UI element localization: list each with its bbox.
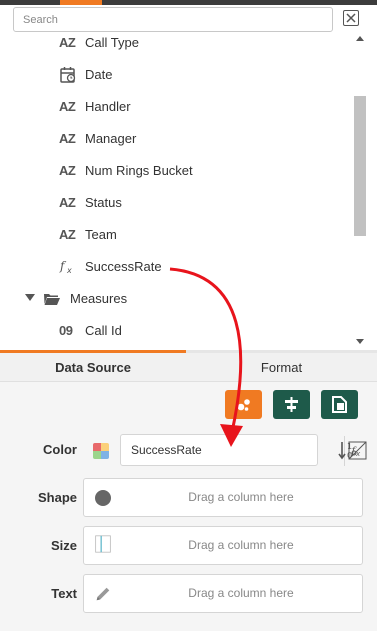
color-field-value: SuccessRate [131, 443, 202, 457]
tree-item-successrate[interactable]: f x SuccessRate [0, 253, 352, 285]
tree-item-label: Num Rings Bucket [85, 163, 193, 178]
pencil-icon [96, 587, 110, 601]
text-placeholder: Drag a column here [188, 586, 294, 600]
shape-label: Shape [37, 490, 77, 505]
tree-item-team[interactable]: AZ Team [0, 221, 352, 253]
text-label: Text [51, 586, 77, 601]
folder-open-icon [43, 290, 61, 308]
tree-item-label: SuccessRate [85, 259, 162, 274]
tree-item-status[interactable]: AZ Status [0, 189, 352, 221]
tree-scrollbar[interactable] [353, 33, 367, 349]
search-row [0, 5, 377, 35]
tree-item-manager[interactable]: AZ Manager [0, 125, 352, 157]
tree-item-label: Status [85, 195, 122, 210]
shape-icon [95, 490, 111, 506]
tree-item-call-type[interactable]: AZ Call Type [0, 33, 352, 61]
shape-drop-zone[interactable]: Drag a column here [83, 478, 363, 517]
layout-icon [332, 396, 347, 413]
text-type-icon: AZ [59, 195, 76, 210]
text-type-icon: AZ [59, 227, 76, 242]
text-drop-zone[interactable]: Drag a column here [83, 574, 363, 613]
search-input[interactable] [14, 8, 332, 31]
number-type-icon: 09 [59, 323, 73, 338]
tree-item-call-id[interactable]: 09 Call Id [0, 317, 352, 349]
tree-item-label: Date [85, 67, 113, 82]
align-icon [285, 397, 298, 412]
caret-down-icon[interactable] [25, 294, 35, 301]
tree-group-measures[interactable]: Measures [0, 285, 352, 317]
scroll-up-icon[interactable] [356, 36, 364, 41]
size-label: Size [50, 538, 77, 553]
panel-tabs: Data Source Format [0, 350, 377, 382]
close-icon [346, 13, 356, 23]
search-box[interactable] [13, 7, 333, 32]
size-placeholder: Drag a column here [188, 538, 294, 552]
tree-item-handler[interactable]: AZ Handler [0, 93, 352, 125]
text-type-icon: AZ [59, 131, 76, 146]
scatter-icon [237, 399, 250, 411]
text-type-icon: AZ [59, 163, 76, 178]
text-type-icon: AZ [59, 99, 76, 114]
tree-item-label: Call Id [85, 323, 122, 338]
sort-button[interactable]: 1 0 [337, 439, 359, 461]
scroll-thumb[interactable] [354, 96, 366, 236]
size-drop-zone[interactable]: Drag a column here [83, 526, 363, 565]
date-type-icon [59, 66, 77, 84]
tree-item-date[interactable]: Date [0, 61, 352, 93]
scroll-down-icon[interactable] [356, 339, 364, 344]
tree-item-num-rings-bucket[interactable]: AZ Num Rings Bucket [0, 157, 352, 189]
color-palette-icon[interactable] [93, 443, 109, 459]
tree-item-label: Call Type [85, 35, 139, 50]
tab-format[interactable]: Format [186, 350, 377, 382]
color-mapping: SuccessRate f x 1 0 [83, 434, 367, 467]
color-field[interactable]: SuccessRate f x [120, 434, 367, 466]
align-button[interactable] [273, 390, 310, 419]
sort-numeric-icon: 1 0 [338, 442, 357, 460]
tree-item-label: Team [85, 227, 117, 242]
svg-text:1: 1 [347, 442, 352, 451]
color-label: Color [43, 442, 77, 457]
clear-search-button[interactable] [343, 10, 359, 26]
text-type-icon: AZ [59, 35, 76, 50]
tree-item-label: Handler [85, 99, 131, 114]
scatter-chart-button[interactable] [225, 390, 262, 419]
calculated-field-icon: f x [59, 258, 77, 276]
size-icon [95, 535, 111, 553]
shape-placeholder: Drag a column here [188, 490, 294, 504]
tab-data-source[interactable]: Data Source [0, 350, 186, 382]
field-tree: AZ Call Type Date AZ Handler AZ Manager … [0, 33, 352, 349]
tree-item-label: Manager [85, 131, 137, 146]
svg-text:0: 0 [347, 451, 352, 460]
tree-group-label: Measures [70, 291, 128, 306]
layout-button[interactable] [321, 390, 358, 419]
svg-text:f: f [59, 259, 67, 273]
svg-text:x: x [66, 266, 72, 275]
